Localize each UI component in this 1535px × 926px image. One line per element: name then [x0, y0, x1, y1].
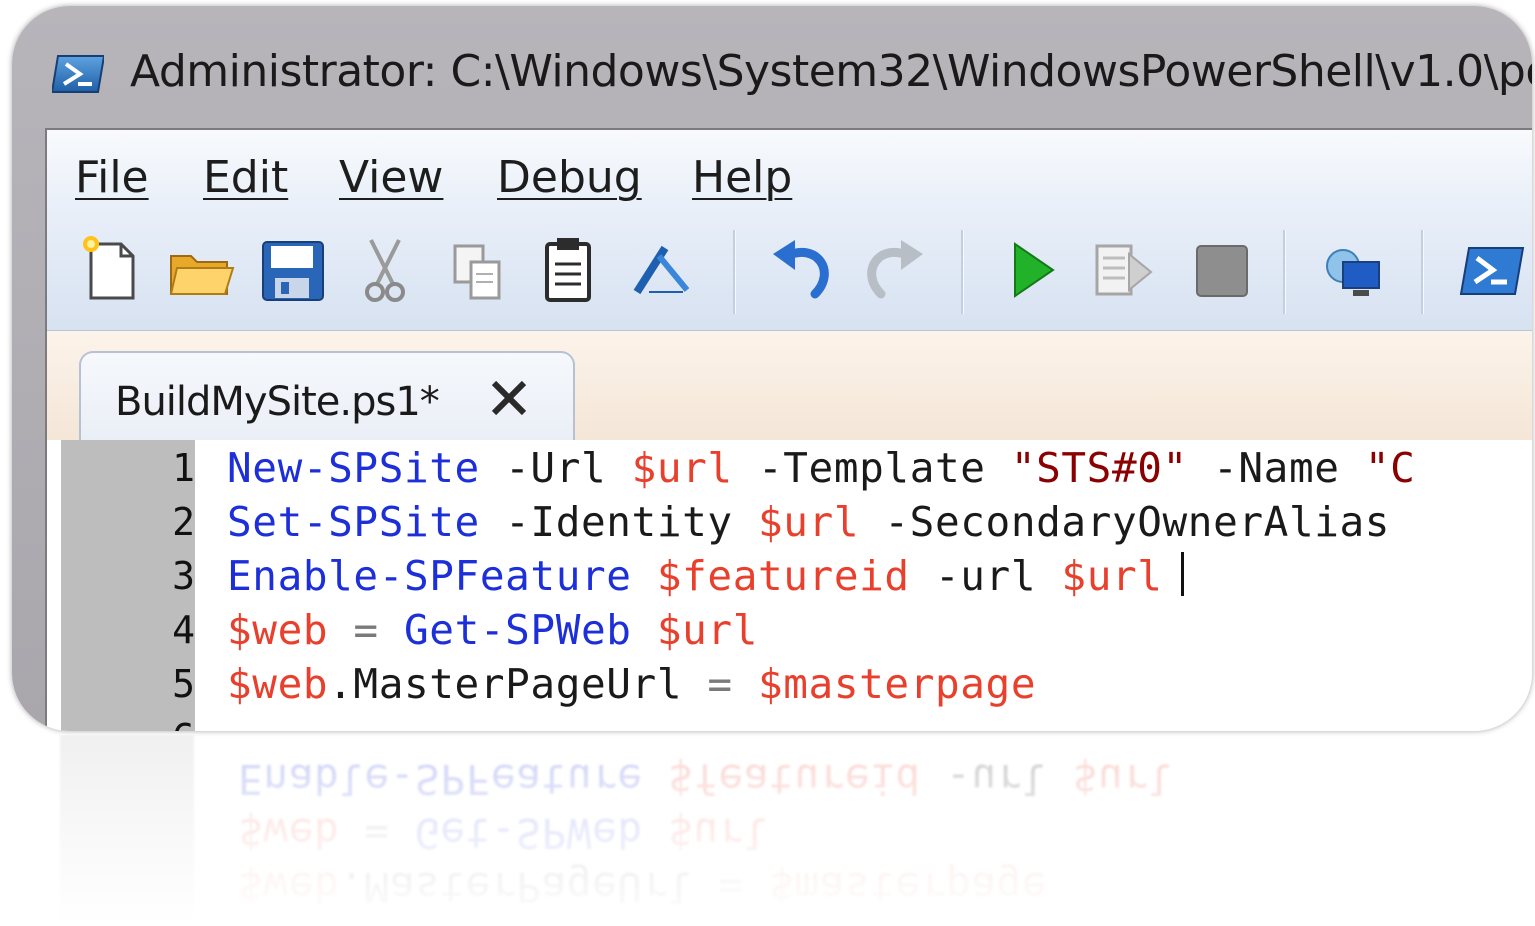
new-file-button[interactable] [77, 232, 147, 308]
code-token: -Url [479, 444, 632, 492]
copy-icon [453, 244, 501, 300]
code-token: "C [1364, 444, 1416, 492]
code-token: $masterpage [757, 660, 1037, 708]
line-number: 4 [172, 608, 195, 652]
run-selection-icon [1095, 244, 1153, 296]
menu-edit[interactable]: Edit [203, 152, 288, 203]
code-token: = [682, 660, 758, 708]
powershell-console-icon [1459, 247, 1525, 295]
undo-button[interactable] [767, 232, 837, 308]
menu-view[interactable]: View [339, 152, 443, 203]
paste-icon [545, 238, 591, 302]
code-token: $url [1061, 552, 1163, 600]
code-token: = [328, 606, 404, 654]
reflection-fade [12, 735, 1532, 926]
run-selection-button[interactable] [1089, 232, 1159, 308]
code-token: Set-SPSite [227, 498, 480, 546]
script-tab-label: BuildMySite.ps1* [115, 379, 440, 425]
menu-help[interactable]: Help [692, 152, 792, 203]
code-token: -SecondaryOwnerAlias [859, 498, 1416, 546]
code-token: -Identity [479, 498, 758, 546]
powershell-icon [52, 55, 104, 93]
code-token: $url [631, 444, 733, 492]
code-token: New-SPSite [227, 444, 480, 492]
script-tab-strip: BuildMySite.ps1* [47, 331, 1532, 447]
open-folder-icon [169, 255, 235, 295]
line-number-gutter: 1 2 3 4 5 6 [61, 440, 195, 731]
redo-button[interactable] [859, 232, 929, 308]
code-line-5: $web.MasterPageUrl = $masterpage [227, 660, 1036, 708]
line-number: 3 [172, 554, 195, 598]
code-token: $featureid [656, 552, 910, 600]
code-line-1: New-SPSite -Url $url -Template "STS#0" -… [227, 444, 1415, 492]
remote-powershell-icon [1326, 249, 1380, 296]
code-token: Enable-SPFeature [227, 552, 632, 600]
code-line-4: $web = Get-SPWeb $url [227, 606, 758, 654]
code-token: Get-SPWeb [404, 606, 632, 654]
save-button[interactable] [257, 232, 327, 308]
code-token: "STS#0" [1010, 444, 1188, 492]
run-button[interactable] [997, 232, 1067, 308]
script-tab[interactable]: BuildMySite.ps1* [79, 351, 575, 447]
code-token: .MasterPageUrl [328, 660, 683, 708]
menu-file[interactable]: File [75, 152, 149, 203]
toolbar-separator [1421, 230, 1424, 314]
toolbar-separator [733, 230, 736, 314]
new-file-icon [83, 236, 135, 300]
line-number: 5 [172, 662, 195, 706]
line-number: 1 [172, 446, 195, 490]
stop-button[interactable] [1187, 232, 1257, 308]
menu-bar: File Edit View Debug Help [47, 130, 1532, 218]
close-icon[interactable] [486, 375, 532, 421]
code-token: -url [909, 552, 1062, 600]
undo-icon [773, 240, 829, 299]
text-caret [1180, 552, 1184, 596]
ise-body: File Edit View Debug Help BuildMySite.ps… [45, 128, 1532, 731]
open-button[interactable] [165, 232, 235, 308]
code-token: $web [227, 606, 329, 654]
menu-debug[interactable]: Debug [497, 152, 642, 203]
clear-button[interactable] [625, 232, 695, 308]
remote-powershell-button[interactable] [1317, 232, 1387, 308]
redo-icon [867, 240, 923, 299]
toolbar-separator [961, 230, 964, 314]
script-editor[interactable]: 1 2 3 4 5 6 New-SPSite -Url $url -Templa… [47, 440, 1532, 731]
code-token: -Name [1187, 444, 1365, 492]
reflection: Enable-SPFeature $featureid -url $url $w… [12, 735, 1532, 926]
window-title: Administrator: C:\Windows\System32\Windo… [130, 46, 1532, 97]
code-token: $url [656, 606, 758, 654]
toolbar-separator [1283, 230, 1286, 314]
run-icon [1014, 242, 1055, 298]
cut-button[interactable] [349, 232, 419, 308]
paste-button[interactable] [533, 232, 603, 308]
line-number: 6 [61, 716, 195, 731]
code-line-2: Set-SPSite -Identity $url -SecondaryOwne… [227, 498, 1415, 546]
stop-icon [1196, 245, 1248, 297]
save-icon [262, 241, 324, 301]
cut-icon [365, 239, 405, 302]
toolbar [47, 218, 1532, 331]
code-token: $url [757, 498, 860, 546]
clear-icon [633, 245, 690, 295]
line-number: 2 [172, 500, 195, 544]
powershell-ise-window: Administrator: C:\Windows\System32\Windo… [12, 6, 1532, 731]
powershell-console-button[interactable] [1455, 232, 1525, 308]
code-token: $web [227, 660, 329, 708]
title-bar[interactable]: Administrator: C:\Windows\System32\Windo… [12, 6, 1532, 132]
code-token: -Template [732, 444, 1011, 492]
copy-button[interactable] [441, 232, 511, 308]
code-line-3: Enable-SPFeature $featureid -url $url [227, 552, 1184, 600]
